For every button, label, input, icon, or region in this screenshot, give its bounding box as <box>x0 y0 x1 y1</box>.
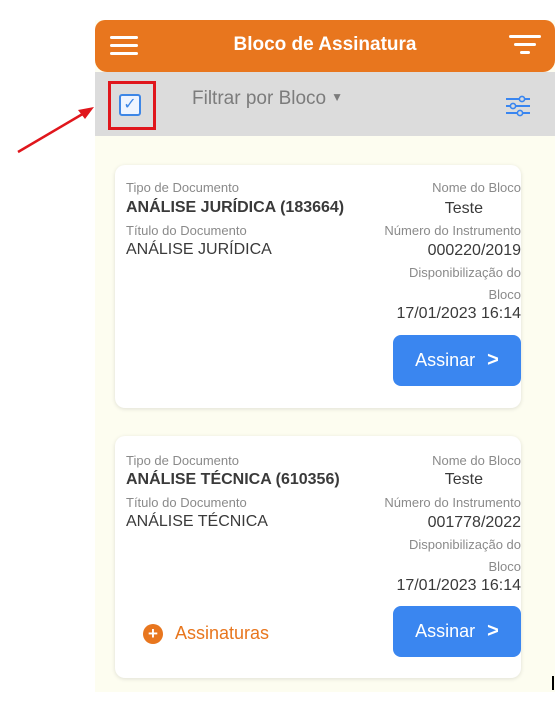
doc-type-value: ANÁLISE TÉCNICA (610356) <box>126 471 340 488</box>
app-screen: Bloco de Assinatura ✓ Filtrar por Bloco ▼… <box>95 20 555 692</box>
document-card: Tipo de Documento ANÁLISE TÉCNICA (61035… <box>115 436 521 678</box>
instrument-number-label: Número do Instrumento <box>384 223 521 238</box>
plus-circle-icon: + <box>143 623 163 644</box>
block-filter-dropdown[interactable]: Filtrar por Bloco ▼ <box>192 88 343 110</box>
doc-type-label: Tipo de Documento <box>126 453 239 468</box>
sign-button-label: Assinar <box>415 621 476 641</box>
availability-label-cont: Bloco <box>488 287 521 302</box>
doc-title-label: Título do Documento <box>126 223 247 238</box>
availability-date: 17/01/2023 16:14 <box>396 577 521 594</box>
doc-title-label: Título do Documento <box>126 495 247 510</box>
instrument-number-label: Número do Instrumento <box>384 495 521 510</box>
availability-label: Disponibilização do <box>408 537 521 552</box>
page-title: Bloco de Assinatura <box>233 34 417 55</box>
instrument-number-value: 001778/2022 <box>427 514 521 531</box>
availability-date: 17/01/2023 16:14 <box>396 305 521 322</box>
availability-label-cont: Bloco <box>488 559 521 574</box>
caret-down-icon: ▼ <box>331 90 343 104</box>
doc-title-value: ANÁLISE JURÍDICA <box>126 241 272 258</box>
filter-toolbar: ✓ Filtrar por Bloco ▼ <box>95 72 555 136</box>
block-filter-label: Filtrar por Bloco <box>192 88 327 109</box>
chevron-right-icon: > <box>487 620 499 642</box>
doc-type-value: ANÁLISE JURÍDICA (183664) <box>126 199 345 216</box>
signatures-label: Assinaturas <box>175 623 270 643</box>
sign-button[interactable]: Assinar > <box>393 335 521 386</box>
chevron-right-icon: > <box>487 349 499 371</box>
app-header: Bloco de Assinatura <box>95 20 555 72</box>
doc-title-value: ANÁLISE TÉCNICA <box>126 513 268 530</box>
block-name-label: Nome do Bloco <box>432 180 521 195</box>
filter-lines-icon[interactable] <box>509 35 541 57</box>
availability-label: Disponibilização do <box>408 265 521 280</box>
signatures-toggle[interactable]: + Assinaturas <box>143 623 269 644</box>
sign-button-label: Assinar <box>415 350 476 370</box>
block-name-value: Teste <box>444 200 483 217</box>
annotation-highlight-box <box>108 81 156 130</box>
instrument-number-value: 000220/2019 <box>427 242 521 259</box>
doc-type-label: Tipo de Documento <box>126 180 239 195</box>
sign-button[interactable]: Assinar > <box>393 606 521 657</box>
sliders-icon[interactable] <box>505 95 531 117</box>
text-cursor <box>552 676 554 690</box>
document-card: Tipo de Documento ANÁLISE JURÍDICA (1836… <box>115 165 521 408</box>
block-name-value: Teste <box>444 471 483 488</box>
block-name-label: Nome do Bloco <box>432 453 521 468</box>
